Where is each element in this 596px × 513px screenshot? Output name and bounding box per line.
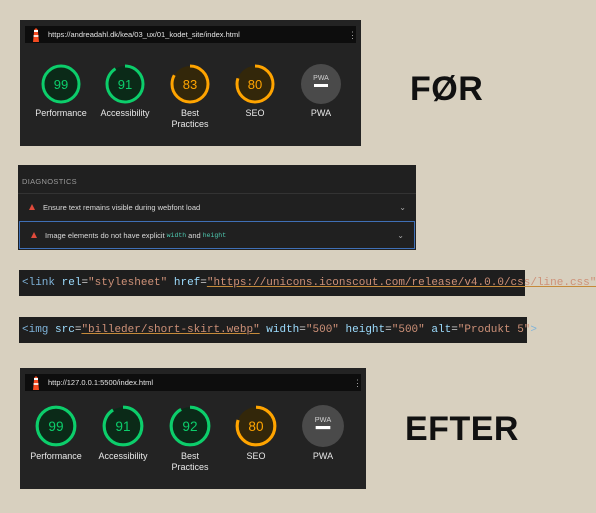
- code-snippet-img: <img src = "billeder/short-skirt.webp" wid…: [19, 317, 537, 343]
- gauge-label: Best Practices: [171, 108, 209, 129]
- gauge-performance[interactable]: 99 Performance: [31, 63, 91, 119]
- gauge-seo[interactable]: 80 SEO: [225, 63, 285, 119]
- diagnostics-panel: DIAGNOSTICS Ensure text remains visible …: [18, 165, 416, 250]
- score-value: 92: [182, 419, 197, 434]
- code-attr: href: [173, 277, 201, 289]
- page-url: https://andreadahl.dk/kea/03_ux/01_kodet…: [48, 30, 240, 39]
- pwa-dash-icon: [315, 426, 331, 430]
- code-tag: <img: [22, 324, 49, 336]
- lighthouse-report-before: https://andreadahl.dk/kea/03_ux/01_kodet…: [20, 20, 361, 146]
- gauge-accessibility[interactable]: 91 Accessibility: [95, 63, 155, 119]
- diagnostic-item[interactable]: Image elements do not have explicit widt…: [19, 221, 415, 249]
- diagnostic-text-and: and: [188, 230, 201, 240]
- gauge-pwa[interactable]: PWA PWA: [293, 404, 353, 462]
- warning-icon: [29, 204, 35, 210]
- code-snippet-link: <link rel = "stylesheet" href = "https://uni…: [19, 270, 596, 296]
- code-value: "500": [305, 324, 339, 336]
- code-attr: alt: [431, 324, 452, 336]
- pwa-badge-text: PWA: [313, 75, 329, 82]
- code-width: width: [166, 231, 187, 239]
- diagnostic-item[interactable]: Ensure text remains visible during webfo…: [18, 193, 416, 220]
- chevron-down-icon[interactable]: ⌄: [399, 203, 406, 212]
- code-value: "https://unicons.iconscout.com/release/v…: [206, 277, 596, 289]
- code-value: "Produkt 5": [457, 324, 531, 336]
- url-bar[interactable]: https://andreadahl.dk/kea/03_ux/01_kodet…: [25, 26, 357, 43]
- more-options-icon[interactable]: ⋮: [353, 378, 362, 387]
- code-tag: <link: [22, 277, 56, 289]
- code-height: height: [202, 231, 227, 239]
- gauge-label: SEO: [246, 451, 266, 461]
- code-value: "stylesheet": [88, 277, 168, 289]
- gauge-label: Accessibility: [98, 451, 148, 461]
- gauge-best-practices[interactable]: 83 Best Practices: [160, 63, 220, 130]
- pwa-dash-icon: [314, 84, 328, 87]
- code-attr: width: [266, 324, 300, 336]
- gauge-label: Performance: [30, 451, 82, 461]
- gauge-label: Accessibility: [100, 108, 150, 118]
- code-value: "500": [391, 324, 425, 336]
- diagnostic-text: Ensure text remains visible during webfo…: [43, 202, 201, 212]
- code-tag-close: >: [530, 324, 538, 336]
- code-value: "billeder/short-skirt.webp": [81, 324, 260, 336]
- score-value: 91: [118, 77, 132, 92]
- after-heading: EFTER: [405, 410, 519, 448]
- score-value: 99: [54, 77, 68, 92]
- score-value: 99: [48, 419, 63, 434]
- before-heading: FØR: [410, 70, 484, 108]
- pwa-badge-text: PWA: [315, 415, 332, 424]
- gauge-label: SEO: [245, 108, 265, 118]
- page-url: http://127.0.0.1:5500/index.html: [48, 378, 154, 387]
- gauge-pwa[interactable]: PWA PWA: [291, 63, 351, 119]
- gauge-seo[interactable]: 80 SEO: [226, 404, 286, 462]
- score-value: 80: [248, 419, 264, 434]
- code-attr: rel: [61, 277, 82, 289]
- lighthouse-icon: [28, 26, 44, 43]
- gauge-label: PWA: [310, 108, 332, 118]
- lighthouse-report-after: http://127.0.0.1:5500/index.html ⋮ 99 Pe…: [20, 368, 366, 489]
- gauge-label: Best Practices: [171, 451, 209, 472]
- score-value: 91: [115, 419, 130, 434]
- chevron-down-icon[interactable]: ⌄: [397, 231, 404, 240]
- more-options-icon[interactable]: ⋮: [348, 30, 357, 39]
- code-attr: height: [345, 324, 386, 336]
- url-bar[interactable]: http://127.0.0.1:5500/index.html ⋮: [25, 374, 362, 391]
- gauge-best-practices[interactable]: 92 Best Practices: [160, 404, 220, 473]
- gauge-performance[interactable]: 99 Performance: [26, 404, 86, 462]
- diagnostics-title: DIAGNOSTICS: [22, 177, 77, 186]
- warning-icon: [31, 232, 37, 238]
- gauge-accessibility[interactable]: 91 Accessibility: [93, 404, 153, 462]
- gauge-label: Performance: [35, 108, 87, 118]
- lighthouse-icon: [28, 374, 44, 391]
- diagnostic-text: Image elements do not have explicit: [45, 230, 165, 240]
- score-value: 83: [183, 77, 197, 92]
- gauge-label: PWA: [312, 451, 334, 461]
- code-attr: src: [55, 324, 75, 336]
- score-value: 80: [248, 77, 262, 92]
